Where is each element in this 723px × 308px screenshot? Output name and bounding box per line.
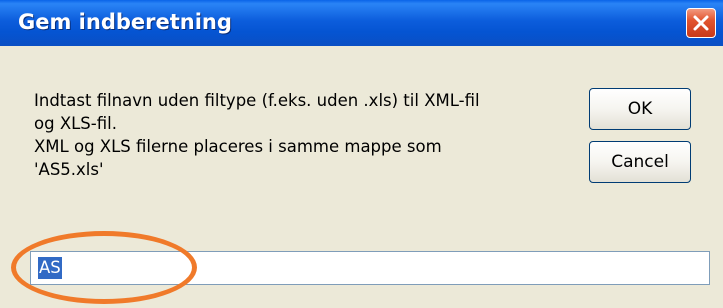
- dialog-title: Gem indberetning: [18, 10, 232, 34]
- message-line: Indtast filnavn uden filtype (f.eks. ude…: [34, 91, 480, 110]
- cancel-button[interactable]: Cancel: [589, 141, 691, 183]
- ok-button[interactable]: OK: [589, 88, 691, 130]
- filename-input[interactable]: AS: [30, 251, 710, 285]
- dialog-message: Indtast filnavn uden filtype (f.eks. ude…: [34, 89, 594, 181]
- dialog-window: Gem indberetning Indtast filnavn uden fi…: [0, 0, 723, 308]
- close-icon: [693, 15, 709, 31]
- message-line: og XLS-fil.: [34, 114, 117, 133]
- message-line: 'AS5.xls': [34, 160, 104, 179]
- title-bar[interactable]: Gem indberetning: [0, 0, 723, 46]
- message-line: XML og XLS filerne placeres i samme mapp…: [34, 137, 442, 156]
- close-button[interactable]: [686, 8, 716, 38]
- selected-input-text: AS: [38, 257, 62, 279]
